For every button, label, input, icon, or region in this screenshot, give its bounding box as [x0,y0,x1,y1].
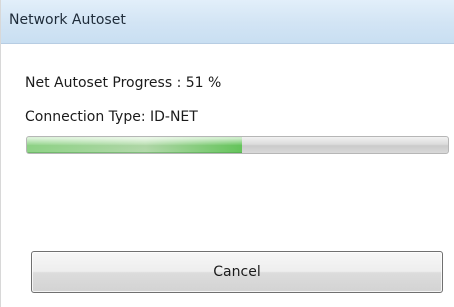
connection-type-text: Connection Type: ID-NET [25,109,198,125]
progress-status-text: Net Autoset Progress : 51 % [25,75,222,91]
cancel-button[interactable]: Cancel [31,251,443,293]
progress-bar [26,136,449,154]
title-bar: Network Autoset [1,0,454,44]
network-autoset-dialog: Network Autoset Net Autoset Progress : 5… [0,0,454,307]
window-title: Network Autoset [9,12,126,28]
progress-bar-sheen [27,138,242,145]
